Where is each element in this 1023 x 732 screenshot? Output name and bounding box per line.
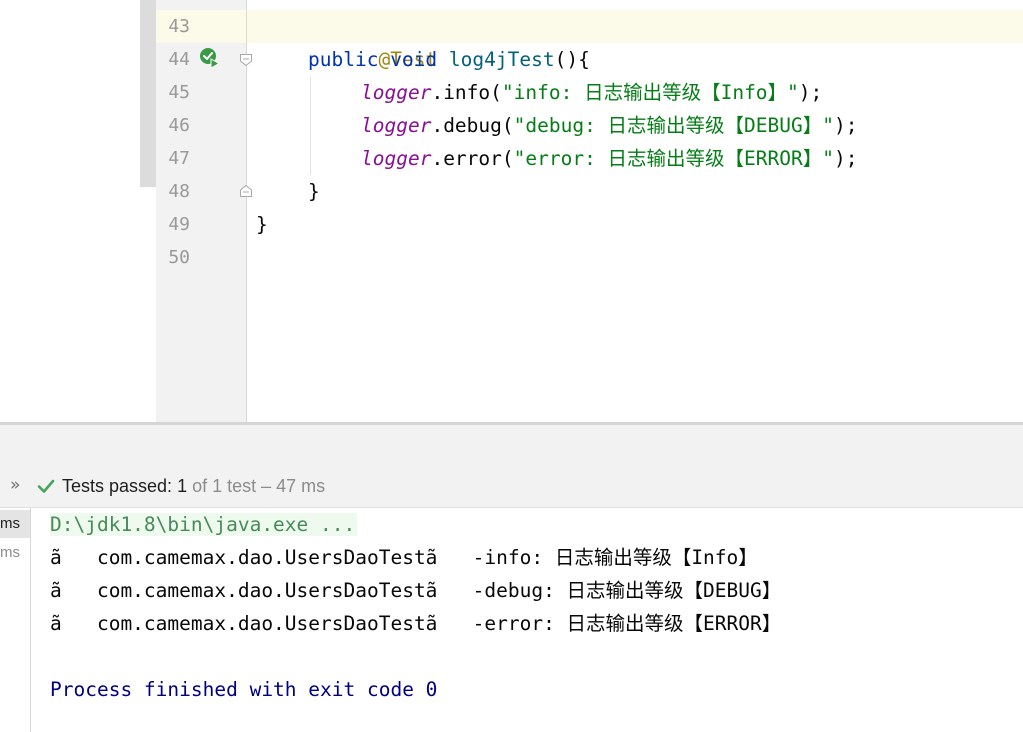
code-area[interactable]: @Test public void log4jTest(){ logger.in… — [247, 0, 1023, 422]
java-command[interactable]: D:\jdk1.8\bin\java.exe ... — [50, 513, 358, 536]
line-number: 48 — [168, 181, 190, 202]
console-log-line: ã com.camemax.dao.UsersDaoTestã -info: 日… — [50, 546, 758, 569]
punctuation-token: ); — [798, 81, 823, 104]
test-status-text: Tests passed: 1 of 1 test – 47 ms — [62, 475, 325, 497]
console-log-line: ã com.camemax.dao.UsersDaoTestã -debug: … — [50, 579, 782, 602]
code-line-48: } — [308, 175, 320, 208]
code-line-49: } — [256, 208, 268, 241]
call-token: .error( — [431, 147, 514, 170]
line-number: 43 — [168, 16, 190, 37]
field-token: logger — [361, 81, 432, 104]
line-number: 49 — [168, 214, 190, 235]
code-editor[interactable]: 43 44 45 46 47 48 49 50 @Test public voi… — [0, 0, 1023, 422]
test-tree-item[interactable]: ms — [0, 510, 30, 538]
check-icon — [37, 479, 55, 493]
string-token: "debug: 日志输出等级【DEBUG】" — [513, 114, 835, 137]
editor-gutter[interactable]: 43 44 45 46 47 48 49 50 — [156, 0, 252, 422]
test-tree[interactable]: ms ms — [0, 508, 31, 732]
test-status-bar: » Tests passed: 1 of 1 test – 47 ms — [0, 467, 1023, 508]
line-number: 45 — [168, 82, 190, 103]
console-output[interactable]: D:\jdk1.8\bin\java.exe ... ã com.camemax… — [31, 508, 1023, 732]
keyword-token: public — [308, 48, 379, 71]
status-suffix: of 1 test – 47 ms — [187, 476, 326, 496]
test-tree-item[interactable]: ms — [0, 539, 30, 567]
keyword-token: void — [390, 48, 438, 71]
punctuation-token: ); — [834, 147, 858, 170]
brace-token: } — [308, 180, 320, 203]
status-prefix: Tests passed: — [62, 476, 178, 496]
line-number: 50 — [168, 247, 190, 268]
expand-icon[interactable]: » — [10, 475, 20, 495]
call-token: .debug( — [431, 114, 514, 137]
code-line-47: logger.error("error: 日志输出等级【ERROR】"); — [361, 142, 858, 175]
string-token: "error: 日志输出等级【ERROR】" — [513, 147, 835, 170]
run-test-icon[interactable] — [199, 47, 221, 69]
punctuation-token: (){ — [554, 48, 590, 71]
line-number: 44 — [168, 49, 190, 70]
project-panel-edge — [140, 0, 156, 187]
method-name-token: log4jTest — [448, 48, 555, 71]
field-token: logger — [361, 114, 432, 137]
status-passed-count: 1 — [177, 476, 188, 496]
string-token: "info: 日志输出等级【Info】" — [501, 81, 799, 104]
console-command-line: D:\jdk1.8\bin\java.exe ... — [50, 508, 358, 541]
punctuation-token: ); — [834, 114, 858, 137]
process-exit-message: Process finished with exit code 0 — [50, 678, 438, 701]
console-log-line: ã com.camemax.dao.UsersDaoTestã -error: … — [50, 612, 782, 635]
field-token: logger — [361, 147, 432, 170]
code-line-44: public void log4jTest(){ — [308, 43, 590, 76]
line-number: 47 — [168, 148, 190, 169]
code-line-46: logger.debug("debug: 日志输出等级【DEBUG】"); — [361, 109, 858, 142]
run-toolbar-area — [0, 425, 1023, 467]
line-number: 46 — [168, 115, 190, 136]
code-line-45: logger.info("info: 日志输出等级【Info】"); — [361, 76, 822, 109]
brace-token: } — [256, 213, 268, 236]
code-line-43: @Test — [308, 10, 437, 71]
call-token: .info( — [431, 81, 502, 104]
